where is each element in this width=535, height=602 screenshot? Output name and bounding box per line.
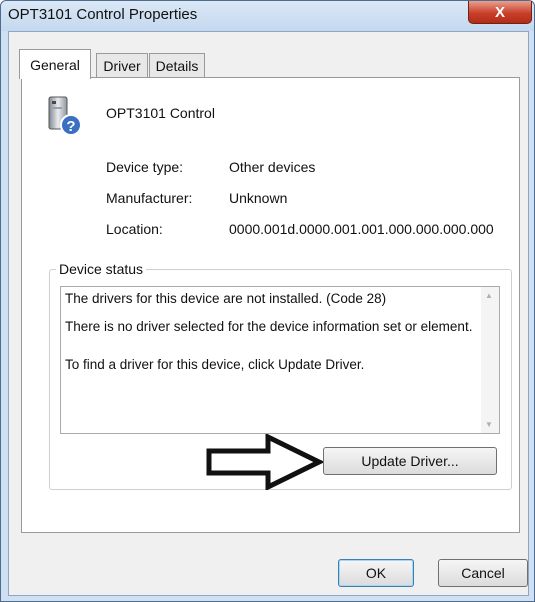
- status-line-code: The drivers for this device are not inst…: [65, 291, 387, 306]
- update-driver-button[interactable]: Update Driver...: [323, 447, 497, 475]
- location-value: 0000.001d.0000.001.001.000.000.000.000: [229, 221, 494, 237]
- title-bar[interactable]: OPT3101 Control Properties X: [1, 1, 534, 31]
- scroll-up-icon[interactable]: ▲: [485, 291, 493, 300]
- close-button[interactable]: X: [468, 1, 532, 24]
- tab-details-label: Details: [155, 58, 199, 74]
- cancel-button[interactable]: Cancel: [438, 559, 528, 587]
- manufacturer-label: Manufacturer:: [106, 190, 193, 206]
- tab-details[interactable]: Details: [149, 53, 205, 78]
- status-scrollbar[interactable]: ▲ ▼: [481, 287, 499, 433]
- close-icon: X: [494, 3, 505, 21]
- device-type-label: Device type:: [106, 159, 184, 175]
- unknown-device-icon: ?: [48, 96, 82, 136]
- tab-driver[interactable]: Driver: [96, 53, 148, 78]
- device-status-textbox[interactable]: The drivers for this device are not inst…: [60, 286, 500, 434]
- device-type-value: Other devices: [229, 159, 316, 175]
- properties-window: OPT3101 Control Properties X General Dri…: [0, 0, 535, 602]
- scroll-down-icon[interactable]: ▼: [485, 420, 493, 429]
- ok-button[interactable]: OK: [338, 559, 414, 587]
- device-name: OPT3101 Control: [106, 105, 215, 121]
- tab-general[interactable]: General: [19, 49, 91, 79]
- window-title: OPT3101 Control Properties: [8, 6, 198, 23]
- right-arrow-icon: [206, 434, 324, 490]
- tab-general-label: General: [30, 56, 80, 73]
- manufacturer-value: Unknown: [229, 190, 288, 206]
- status-line-hint: To find a driver for this device, click …: [65, 357, 365, 372]
- device-status-text[interactable]: The drivers for this device are not inst…: [65, 291, 473, 385]
- svg-text:?: ?: [66, 118, 75, 135]
- location-label: Location:: [106, 221, 163, 237]
- status-line-detail: There is no driver selected for the devi…: [65, 319, 473, 334]
- tab-driver-label: Driver: [103, 58, 141, 74]
- device-status-legend: Device status: [56, 261, 147, 277]
